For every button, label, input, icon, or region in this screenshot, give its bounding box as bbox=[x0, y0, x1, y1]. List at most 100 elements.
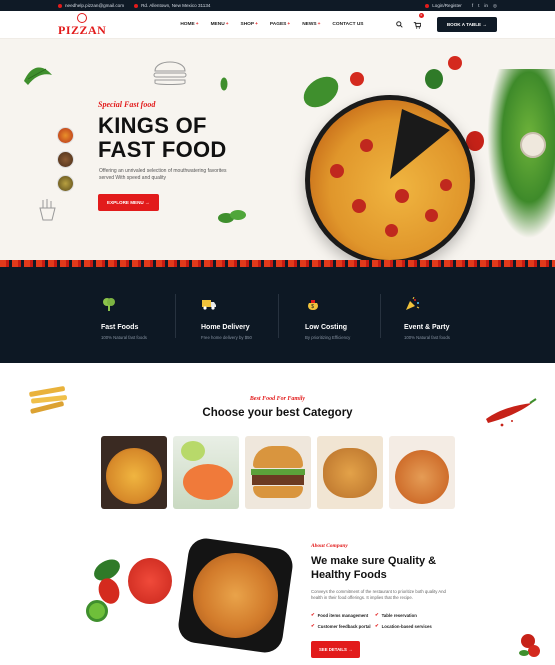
nav-item-menu[interactable]: MENU + bbox=[211, 22, 229, 27]
category-title: Choose your best Category bbox=[202, 407, 353, 419]
about-kicker: About Company bbox=[311, 543, 348, 549]
thumb-pizza[interactable] bbox=[57, 127, 74, 144]
nav-item-home[interactable]: HOME + bbox=[180, 22, 198, 27]
site-logo[interactable]: PIZZAN bbox=[58, 13, 106, 36]
logo-badge-icon bbox=[77, 13, 88, 23]
user-icon bbox=[425, 3, 430, 8]
check-icon: ✔ bbox=[311, 612, 315, 617]
pepperoni bbox=[385, 224, 398, 237]
basil-leaf-image bbox=[297, 70, 345, 114]
about-section: About Company We make sure Quality & Hea… bbox=[0, 523, 555, 665]
about-title: We make sure Quality & Healthy Foods bbox=[311, 555, 437, 581]
category-card-shrimp[interactable] bbox=[173, 436, 239, 509]
category-cards bbox=[101, 436, 455, 509]
tomato-image bbox=[448, 56, 462, 70]
category-card-pasta[interactable] bbox=[389, 436, 455, 509]
pasta-photo bbox=[395, 450, 449, 504]
category-kicker: Best Food For Family bbox=[249, 396, 306, 402]
check-icon: ✔ bbox=[375, 623, 379, 628]
nav-item-shop[interactable]: SHOP + bbox=[241, 22, 258, 27]
main-nav: HOME + MENU + SHOP + PAGES + NEWS + CONTACT U… bbox=[180, 22, 363, 27]
tomato-basil-image bbox=[519, 634, 540, 657]
login-link[interactable]: Login/Register bbox=[425, 3, 462, 8]
search-icon[interactable] bbox=[396, 21, 403, 28]
pizza-photo bbox=[106, 448, 162, 504]
party-popper-icon bbox=[406, 296, 420, 310]
broccoli-image bbox=[425, 69, 443, 89]
broccoli-icon bbox=[103, 298, 115, 311]
plus-icon: + bbox=[287, 22, 291, 27]
money-bag-icon: $ bbox=[308, 300, 318, 310]
plus-icon: + bbox=[225, 22, 229, 27]
instagram-icon[interactable]: ◎ bbox=[493, 3, 497, 9]
parsley-icon bbox=[24, 67, 52, 85]
burger-bun-photo bbox=[253, 446, 303, 468]
hero-section: Special Fast food KINGS OF FAST FOOD Offe… bbox=[0, 39, 555, 267]
fries-sketch-icon bbox=[39, 199, 56, 221]
pepperoni bbox=[395, 189, 409, 203]
features-section: Fast Foods 100% Natural fast foods Home … bbox=[0, 267, 555, 363]
divider bbox=[380, 294, 381, 338]
facebook-icon[interactable]: f bbox=[472, 3, 473, 9]
plus-icon: + bbox=[195, 22, 199, 27]
pepper-slice-image bbox=[86, 600, 108, 622]
divider bbox=[175, 294, 176, 338]
shrimp-photo bbox=[183, 464, 233, 500]
mushroom-image bbox=[520, 132, 546, 158]
see-details-button[interactable]: SEE DETAILS → bbox=[311, 641, 361, 658]
plus-icon: + bbox=[255, 22, 258, 27]
hero-thumbnails bbox=[57, 127, 74, 192]
hero-kicker: Special Fast food bbox=[98, 100, 156, 109]
feature-fast-foods: Fast Foods 100% Natural fast foods bbox=[101, 297, 196, 340]
pepperoni bbox=[360, 139, 373, 152]
divider bbox=[278, 294, 279, 338]
check-icon: ✔ bbox=[311, 623, 315, 628]
category-card-burger[interactable] bbox=[245, 436, 311, 509]
pepperoni bbox=[425, 209, 438, 222]
arrow-right-icon: → bbox=[482, 22, 487, 27]
shrimp-dish-image bbox=[193, 553, 278, 638]
check-item: ✔ Customer feedback portal bbox=[311, 623, 371, 629]
nav-item-pages[interactable]: PAGES + bbox=[270, 22, 290, 27]
lettuce-image bbox=[487, 69, 555, 239]
check-item: ✔ Location-based services bbox=[375, 623, 432, 629]
svg-text:$: $ bbox=[311, 304, 314, 310]
chicken-photo bbox=[323, 448, 377, 498]
feature-low-costing: $ Low Costing By prioritizing Efficiency bbox=[305, 297, 400, 340]
thumb-salad[interactable] bbox=[57, 175, 74, 192]
about-paragraph: Conveys the commitment of the restaurant… bbox=[311, 589, 446, 600]
hero-title: KINGS OF FAST FOOD bbox=[98, 113, 227, 162]
check-item: ✔ Food items management bbox=[311, 612, 369, 618]
address-text: Rd. Allentown, New Mexico 31134 bbox=[141, 3, 211, 8]
location-icon bbox=[134, 3, 139, 8]
social-links: f t in ◎ bbox=[472, 3, 497, 9]
pepperoni bbox=[352, 199, 366, 213]
lime-photo bbox=[181, 441, 205, 461]
tomatoes-image bbox=[128, 558, 172, 604]
cart-icon bbox=[413, 21, 422, 29]
linkedin-icon[interactable]: in bbox=[484, 3, 488, 9]
hero-description: Offering an unrivaled selection of mouth… bbox=[99, 168, 227, 181]
book-table-button[interactable]: BOOK A TABLE → bbox=[436, 17, 497, 32]
about-checklist: ✔ Food items management ✔ Table reservatio… bbox=[311, 612, 439, 629]
basil-icon bbox=[218, 210, 246, 223]
explore-menu-button[interactable]: EXPLORE MENU → bbox=[98, 194, 159, 211]
main-header: PIZZAN HOME + MENU + SHOP + PAGES + NEWS + CO… bbox=[0, 11, 555, 39]
tomato-image bbox=[350, 72, 364, 86]
email-contact[interactable]: needhelp.pizzan@gmail.com bbox=[58, 3, 124, 8]
nav-item-contact[interactable]: CONTACT US bbox=[332, 22, 363, 27]
arrow-right-icon: → bbox=[145, 200, 150, 205]
bun-bottom bbox=[253, 486, 303, 498]
feature-event-party: Event & Party 100% Natural fast foods bbox=[404, 296, 499, 340]
mail-icon bbox=[58, 3, 62, 8]
pepperoni bbox=[440, 179, 452, 191]
category-card-pizza[interactable] bbox=[101, 436, 167, 509]
cart-button[interactable]: 0 bbox=[413, 12, 424, 34]
thumb-burger[interactable] bbox=[57, 151, 74, 168]
twitter-icon[interactable]: t bbox=[478, 3, 479, 9]
category-card-fried-chicken[interactable] bbox=[317, 436, 383, 509]
nav-item-news[interactable]: NEWS + bbox=[302, 22, 320, 27]
leaf-icon bbox=[220, 77, 228, 91]
pepperoni bbox=[330, 164, 344, 178]
arrow-right-icon: → bbox=[348, 647, 353, 652]
